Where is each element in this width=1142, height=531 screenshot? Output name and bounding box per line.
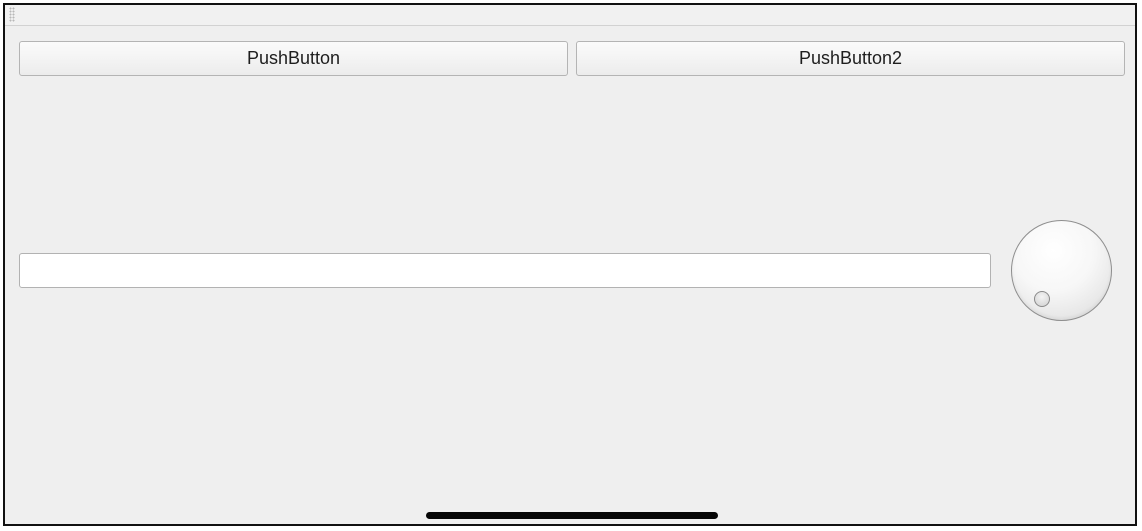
dial-knob-icon bbox=[1034, 291, 1050, 307]
home-indicator bbox=[426, 512, 718, 519]
dial-control[interactable] bbox=[1011, 220, 1112, 321]
text-input[interactable] bbox=[19, 253, 991, 288]
grip-handle-icon[interactable] bbox=[9, 7, 15, 22]
toolbar bbox=[5, 5, 1135, 26]
app-window: PushButton PushButton2 bbox=[3, 3, 1137, 526]
push-button[interactable]: PushButton bbox=[19, 41, 568, 76]
push-button-2[interactable]: PushButton2 bbox=[576, 41, 1125, 76]
